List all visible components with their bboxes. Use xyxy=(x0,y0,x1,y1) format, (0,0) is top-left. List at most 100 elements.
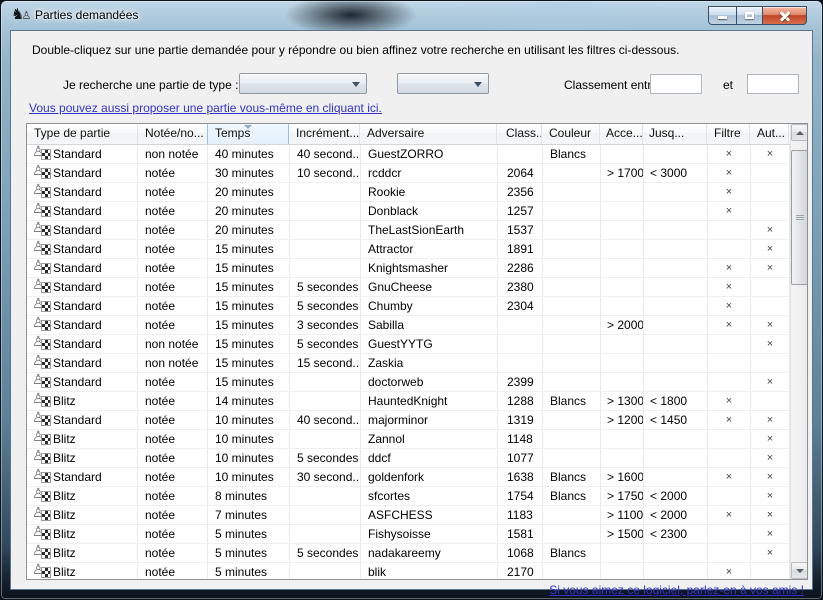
scrollbar-thumb[interactable] xyxy=(791,150,808,285)
cell-adversary: Chumby xyxy=(361,297,498,316)
cell-time: 10 minutes xyxy=(208,430,290,449)
cell-time: 20 minutes xyxy=(208,202,290,221)
table-row[interactable]: Blitz notée 5 minutes 5 secondes nadakar… xyxy=(27,544,790,563)
column-header-auto[interactable]: Aut... xyxy=(750,124,789,144)
cell-adversary: Zaskia xyxy=(361,354,498,373)
maximize-button[interactable] xyxy=(736,6,763,25)
cell-game-type: Standard xyxy=(27,278,138,297)
table-row[interactable]: Blitz notée 7 minutes ASFCHESS 1183 > 11… xyxy=(27,506,790,525)
table-row[interactable]: Blitz notée 8 minutes sfcortes 1754 Blan… xyxy=(27,487,790,506)
cell-min-rating xyxy=(601,297,644,316)
titlebar[interactable]: Parties demandées xyxy=(1,1,822,30)
cell-game-type: Standard xyxy=(27,183,138,202)
table-row[interactable]: Standard non notée 15 minutes 5 secondes… xyxy=(27,335,790,354)
table-row[interactable]: Standard notée 10 minutes 40 second... m… xyxy=(27,411,790,430)
column-header-max-rating[interactable]: Jusq... xyxy=(643,124,707,144)
cell-min-rating: > 1100 xyxy=(601,506,644,525)
scroll-up-button[interactable] xyxy=(791,124,808,141)
table-row[interactable]: Standard notée 30 minutes 10 second... r… xyxy=(27,164,790,183)
cell-color xyxy=(543,316,601,335)
column-header-time[interactable]: Temps xyxy=(207,124,289,144)
table-row[interactable]: Blitz notée 5 minutes Fishysoisse 1581 >… xyxy=(27,525,790,544)
vertical-scrollbar[interactable] xyxy=(790,124,807,579)
table-row[interactable]: Standard notée 15 minutes doctorweb 2399… xyxy=(27,373,790,392)
cell-game-type: Blitz xyxy=(27,525,138,544)
cell-color xyxy=(543,240,601,259)
table-row[interactable]: Standard notée 10 minutes 30 second... g… xyxy=(27,468,790,487)
table-row[interactable]: Standard notée 20 minutes Donblack 1257 … xyxy=(27,202,790,221)
scroll-down-button[interactable] xyxy=(791,562,808,579)
cell-color xyxy=(543,563,601,580)
cell-filter: × xyxy=(708,278,751,297)
cell-rating: 1288 xyxy=(498,392,543,411)
table-row[interactable]: Blitz notée 14 minutes HauntedKnight 128… xyxy=(27,392,790,411)
cell-game-type: Standard xyxy=(27,373,138,392)
cell-auto: × xyxy=(751,525,790,544)
cell-filter xyxy=(708,335,751,354)
cell-filter: × xyxy=(708,506,751,525)
table-row[interactable]: Standard non notée 15 minutes 15 second.… xyxy=(27,354,790,373)
dialog-client-area: Double-cliquez sur une partie demandée p… xyxy=(10,30,813,590)
cell-rated: notée xyxy=(138,297,208,316)
game-type-select[interactable] xyxy=(239,73,367,94)
cell-time: 14 minutes xyxy=(208,392,290,411)
column-header-adversary[interactable]: Adversaire xyxy=(360,124,497,144)
cell-max-rating: < 2000 xyxy=(644,506,708,525)
cell-max-rating xyxy=(644,259,708,278)
cell-auto: × xyxy=(751,373,790,392)
cell-auto: × xyxy=(751,487,790,506)
cell-color xyxy=(543,297,601,316)
share-link[interactable]: Si vous aimez ce logiciel, parlez-en à v… xyxy=(549,583,804,597)
rating-min-input[interactable] xyxy=(650,74,702,94)
minimize-button[interactable] xyxy=(708,6,737,25)
column-header-increment[interactable]: Incrément... xyxy=(289,124,360,144)
cell-rating: 2064 xyxy=(498,164,543,183)
cell-min-rating xyxy=(601,373,644,392)
cell-game-type: Blitz xyxy=(27,449,138,468)
cell-increment: 5 secondes xyxy=(290,297,361,316)
table-row[interactable]: Standard notée 15 minutes Attractor 1891… xyxy=(27,240,790,259)
cell-rated: notée xyxy=(138,278,208,297)
cell-time: 15 minutes xyxy=(208,259,290,278)
table-row[interactable]: Standard notée 15 minutes 3 secondes Sab… xyxy=(27,316,790,335)
cell-increment xyxy=(290,183,361,202)
chevron-down-icon xyxy=(474,82,482,87)
cell-color: Blancs xyxy=(543,468,601,487)
column-header-rating[interactable]: Class... xyxy=(497,124,542,144)
cell-time: 15 minutes xyxy=(208,354,290,373)
cell-rating: 1319 xyxy=(498,411,543,430)
rating-max-input[interactable] xyxy=(747,74,799,94)
table-row[interactable]: Blitz notée 10 minutes 5 secondes ddcf 1… xyxy=(27,449,790,468)
table-row[interactable]: Standard notée 20 minutes TheLastSionEar… xyxy=(27,221,790,240)
cell-increment xyxy=(290,221,361,240)
table-row[interactable]: Standard notée 15 minutes 5 secondes Gnu… xyxy=(27,278,790,297)
column-header-color[interactable]: Couleur xyxy=(542,124,600,144)
propose-game-link[interactable]: Vous pouvez aussi proposer une partie vo… xyxy=(29,101,382,115)
column-header-min-rating[interactable]: Acce... xyxy=(600,124,643,144)
table-row[interactable]: Standard notée 15 minutes Knightsmasher … xyxy=(27,259,790,278)
chess-piece-icon xyxy=(34,451,51,465)
cell-min-rating xyxy=(601,354,644,373)
table-row[interactable]: Blitz notée 5 minutes blik 2170 × xyxy=(27,563,790,580)
cell-rating: 1537 xyxy=(498,221,543,240)
column-header-type[interactable]: Type de partie xyxy=(27,124,138,144)
game-category-select[interactable] xyxy=(397,73,489,94)
table-row[interactable]: Standard notée 15 minutes 5 secondes Chu… xyxy=(27,297,790,316)
cell-adversary: TheLastSionEarth xyxy=(361,221,498,240)
cell-time: 15 minutes xyxy=(208,278,290,297)
cell-increment: 30 second... xyxy=(290,468,361,487)
table-row[interactable]: Blitz notée 10 minutes Zannol 1148 × xyxy=(27,430,790,449)
cell-time: 10 minutes xyxy=(208,411,290,430)
cell-time: 15 minutes xyxy=(208,297,290,316)
close-button[interactable] xyxy=(762,6,807,25)
table-row[interactable]: Standard non notée 40 minutes 40 second.… xyxy=(27,145,790,164)
cell-max-rating xyxy=(644,183,708,202)
column-header-filter[interactable]: Filtre xyxy=(707,124,750,144)
cell-filter: × xyxy=(708,183,751,202)
cell-adversary: blik xyxy=(361,563,498,580)
table-row[interactable]: Standard notée 20 minutes Rookie 2356 × xyxy=(27,183,790,202)
cell-color: Blancs xyxy=(543,544,601,563)
cell-rated: notée xyxy=(138,259,208,278)
cell-max-rating: < 1450 xyxy=(644,411,708,430)
column-header-rated[interactable]: Notée/no... xyxy=(138,124,208,144)
